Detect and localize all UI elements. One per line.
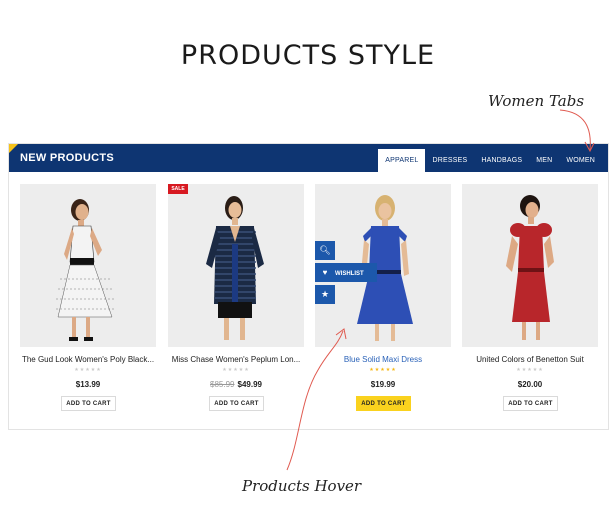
model-figure [206,196,264,340]
tab-apparel[interactable]: APPAREL [378,149,426,172]
product-image[interactable] [20,184,156,347]
module-header: NEW PRODUCTS APPAREL DRESSES HANDBAGS ME… [9,144,608,172]
annotation-women-tabs: Women Tabs [488,92,585,110]
product-price: $13.99 [20,380,156,389]
model-figure [56,199,114,341]
zoom-icon[interactable]: 🔍︎ [315,241,335,260]
annotation-products-hover: Products Hover [242,477,362,495]
product-name[interactable]: The Gud Look Women's Poly Black... [20,355,156,364]
tab-men[interactable]: MEN [529,149,559,172]
product-card: United Colors of Benetton Suit ★★★★★ $20… [462,184,598,415]
product-image[interactable]: SALE [168,184,304,347]
product-price: $19.99 [315,380,451,389]
product-name[interactable]: Miss Chase Women's Peplum Lon... [168,355,304,364]
module-title: NEW PRODUCTS [20,152,115,164]
page-title: PRODUCTS STYLE [180,40,436,71]
add-to-cart-button[interactable]: ADD TO CART [61,396,116,411]
wishlist-label: WISHLIST [335,271,364,277]
rating-stars: ★★★★★ [74,367,102,373]
current-price: $19.99 [370,380,396,389]
current-price: $13.99 [75,380,101,389]
product-name[interactable]: United Colors of Benetton Suit [462,355,598,364]
model-figure [506,195,554,340]
product-price: $85.99 $49.99 [168,380,304,389]
product-card: SALE Miss Chase Women's Peplum Lon... ★★… [168,184,304,415]
sale-badge: SALE [168,184,188,194]
product-card: The Gud Look Women's Poly Black... ★★★★★… [20,184,156,415]
add-to-cart-button[interactable]: ADD TO CART [503,396,558,411]
star-icon[interactable]: ★ [315,285,335,304]
product-price: $20.00 [462,380,598,389]
category-tabs: APPAREL DRESSES HANDBAGS MEN WOMEN [378,149,602,172]
tab-handbags[interactable]: HANDBAGS [474,149,529,172]
tab-dresses[interactable]: DRESSES [425,149,474,172]
rating-stars: ★★★★★ [222,367,250,373]
wishlist-button[interactable]: ♥ WISHLIST [315,263,377,282]
header-accent-corner [9,144,18,153]
product-image[interactable]: 🔍︎ ♥ WISHLIST ★ [315,184,451,347]
old-price: $85.99 [210,380,235,389]
product-card-hovered: 🔍︎ ♥ WISHLIST ★ Blue Solid Maxi Dress ★★★… [315,184,451,415]
add-to-cart-button[interactable]: ADD TO CART [356,396,411,411]
new-products-module: NEW PRODUCTS APPAREL DRESSES HANDBAGS ME… [8,143,609,430]
rating-stars: ★★★★★ [516,367,544,373]
add-to-cart-button[interactable]: ADD TO CART [209,396,264,411]
product-image[interactable] [462,184,598,347]
tab-women[interactable]: WOMEN [559,149,602,172]
rating-stars: ★★★★★ [369,367,397,373]
current-price: $49.99 [237,380,262,389]
current-price: $20.00 [517,380,543,389]
product-name[interactable]: Blue Solid Maxi Dress [315,355,451,364]
heart-icon: ♥ [322,268,328,277]
